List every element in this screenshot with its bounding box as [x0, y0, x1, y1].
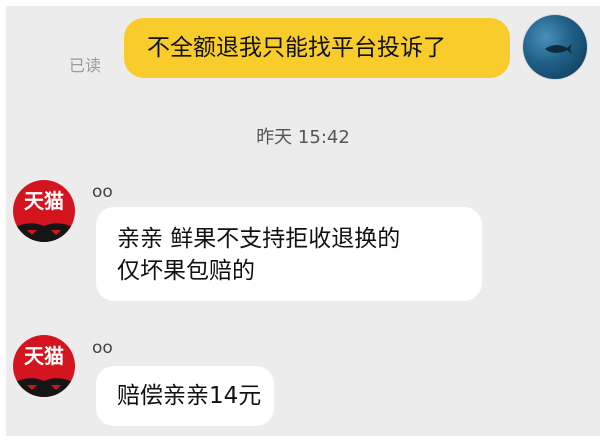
message-timestamp: 昨天 15:42 — [256, 127, 350, 148]
sender-name: oo — [92, 182, 113, 202]
fish-icon — [545, 44, 572, 54]
cat-icon — [13, 378, 75, 397]
tmall-avatar[interactable]: 天猫 — [13, 335, 75, 397]
outgoing-message-text: 不全额退我只能找平台投诉了 — [147, 35, 446, 61]
cat-icon — [13, 223, 75, 242]
incoming-message-bubble[interactable]: 赔偿亲亲14元 — [96, 366, 274, 426]
outgoing-message-bubble[interactable]: 不全额退我只能找平台投诉了 — [124, 18, 510, 78]
tmall-avatar[interactable]: 天猫 — [13, 180, 75, 242]
sender-name: oo — [92, 338, 113, 358]
incoming-message-bubble[interactable]: 亲亲 鲜果不支持拒收退换的 仅坏果包赔的 — [96, 207, 482, 301]
chat-window: 已读 不全额退我只能找平台投诉了 昨天 15:42 天猫 oo 亲亲 鲜果不支持… — [6, 6, 600, 436]
read-status: 已读 — [69, 56, 102, 75]
message-line: 亲亲 鲜果不支持拒收退换的 — [117, 226, 401, 252]
message-line: 仅坏果包赔的 — [117, 258, 255, 284]
avatar-label: 天猫 — [24, 344, 64, 368]
avatar-label: 天猫 — [24, 189, 64, 213]
message-line: 赔偿亲亲14元 — [117, 383, 262, 409]
user-avatar[interactable] — [523, 15, 587, 79]
